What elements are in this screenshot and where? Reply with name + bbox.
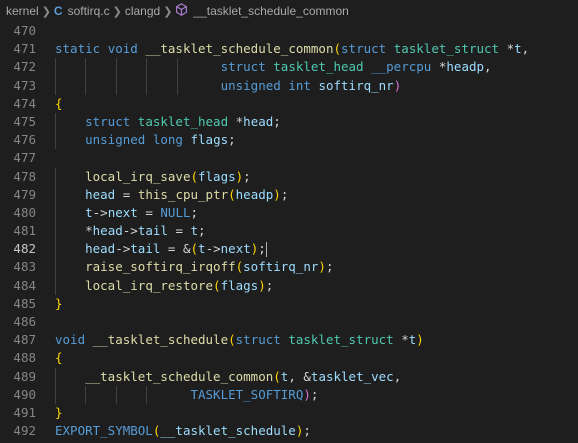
code-editor[interactable]: 470 471 static void __tasklet_schedule_com… [0, 22, 578, 440]
code-line[interactable]: 491} [0, 404, 578, 422]
line-number: 481 [13, 223, 36, 239]
line-number: 478 [13, 168, 36, 184]
code-text: *head->tail = t; [85, 223, 206, 239]
code-text: struct tasklet_head __percpu *headp, [220, 59, 492, 75]
line-number: 485 [13, 295, 36, 311]
code-line[interactable]: 472 struct tasklet_head __percpu *headp, [0, 58, 578, 77]
code-line[interactable]: 471 static void __tasklet_schedule_common… [0, 40, 578, 58]
code-line[interactable]: 477 [0, 149, 578, 167]
line-number: 472 [13, 59, 36, 75]
code-line[interactable]: 484 local_irq_restore(flags); [0, 276, 578, 295]
line-number: 492 [13, 423, 36, 439]
function-symbol-icon [175, 3, 188, 19]
code-text: __tasklet_schedule_common(t, &tasklet_ve… [85, 368, 402, 384]
line-number: 490 [13, 386, 36, 402]
code-text: { [55, 350, 63, 366]
code-line[interactable]: 474 { [0, 95, 578, 113]
code-text: unsigned int softirq_nr) [220, 77, 402, 93]
line-number: 491 [13, 404, 36, 420]
code-line[interactable]: 483 raise_softirq_irqoff(softirq_nr); [0, 258, 578, 277]
code-text: { [55, 95, 63, 111]
line-number: 489 [13, 368, 36, 384]
code-line[interactable]: 482 head->tail = &(t->next); [0, 240, 578, 259]
code-line[interactable]: 487 void __tasklet_schedule(struct taskle… [0, 331, 578, 349]
code-text: struct tasklet_head *head; [85, 113, 281, 129]
code-line[interactable]: 473 unsigned int softirq_nr) [0, 76, 578, 95]
code-line[interactable]: 470 [0, 22, 578, 40]
chevron-right-icon: ❯ [163, 5, 173, 18]
code-text: EXPORT_SYMBOL(__tasklet_schedule); [55, 423, 311, 439]
code-line[interactable]: 488 { [0, 349, 578, 367]
code-line[interactable]: 479 head = this_cpu_ptr(headp); [0, 185, 578, 204]
breadcrumb-folder[interactable]: kernel [6, 4, 39, 18]
code-text: local_irq_save(flags); [85, 168, 251, 184]
line-number: 480 [13, 204, 36, 220]
code-text: } [55, 295, 63, 311]
breadcrumb-file[interactable]: softirq.c [68, 4, 110, 18]
line-number: 486 [13, 314, 36, 329]
line-number: 474 [13, 95, 36, 111]
code-line[interactable]: 486 [0, 313, 578, 331]
code-line[interactable]: 485} [0, 295, 578, 313]
code-line[interactable]: 492 EXPORT_SYMBOL(__tasklet_schedule); [0, 422, 578, 440]
line-number: 482 [13, 241, 36, 257]
line-number: 473 [13, 77, 36, 93]
line-number: 479 [13, 186, 36, 202]
code-line[interactable]: 490 TASKLET_SOFTIRQ); [0, 385, 578, 404]
c-file-icon: C [53, 4, 63, 18]
line-number: 475 [13, 113, 36, 129]
line-number: 484 [13, 277, 36, 293]
code-text: static void __tasklet_schedule_common(st… [55, 41, 530, 57]
code-line[interactable]: 481 *head->tail = t; [0, 222, 578, 241]
code-text: local_irq_restore(flags); [85, 277, 274, 293]
code-text: } [55, 404, 63, 420]
code-text: head = this_cpu_ptr(headp); [85, 186, 289, 202]
line-number: 488 [13, 350, 36, 366]
line-number: 476 [13, 132, 36, 148]
code-line[interactable]: 489 __tasklet_schedule_common(t, &taskle… [0, 367, 578, 386]
line-number: 470 [13, 23, 36, 38]
line-number: 483 [13, 259, 36, 275]
code-line[interactable]: 478 local_irq_save(flags); [0, 167, 578, 186]
code-text: raise_softirq_irqoff(softirq_nr); [85, 259, 334, 275]
chevron-right-icon: ❯ [112, 5, 122, 18]
breadcrumb-symbol[interactable]: __tasklet_schedule_common [193, 4, 348, 18]
line-number: 477 [13, 150, 36, 166]
code-text: TASKLET_SOFTIRQ); [190, 386, 319, 402]
code-text: void __tasklet_schedule(struct tasklet_s… [55, 332, 424, 348]
text-cursor [265, 242, 267, 258]
code-line[interactable]: 476 unsigned long flags; [0, 131, 578, 150]
code-line[interactable]: 480 t->next = NULL; [0, 203, 578, 223]
breadcrumb-language-server[interactable]: clangd [125, 4, 160, 18]
code-line[interactable]: 475 struct tasklet_head *head; [0, 112, 578, 132]
chevron-right-icon: ❯ [41, 5, 51, 18]
line-number: 487 [13, 332, 36, 348]
line-number: 471 [13, 41, 36, 57]
breadcrumb: kernel ❯ C softirq.c ❯ clangd ❯ __taskle… [0, 0, 578, 22]
code-text: head->tail = &(t->next); [85, 241, 267, 258]
code-text: unsigned long flags; [85, 132, 236, 148]
code-text: t->next = NULL; [85, 204, 199, 220]
